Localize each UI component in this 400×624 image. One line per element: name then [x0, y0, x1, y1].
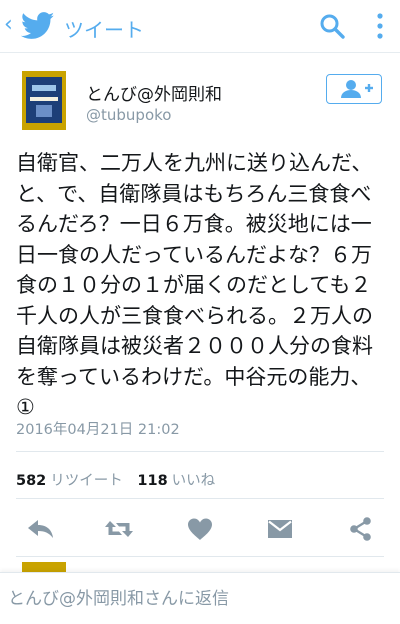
reply-input[interactable]: [8, 585, 388, 613]
follow-button[interactable]: [326, 74, 382, 104]
direct-message-icon[interactable]: [265, 516, 295, 542]
avatar[interactable]: [22, 71, 66, 130]
retweet-count[interactable]: 582: [16, 473, 46, 489]
divider: [16, 498, 384, 499]
search-icon[interactable]: [318, 12, 346, 40]
tweet-stats: 582 リツイート 118 いいね: [16, 469, 215, 490]
heart-icon[interactable]: [185, 516, 215, 542]
page-title: ツイート: [64, 18, 144, 42]
retweet-icon[interactable]: [104, 516, 134, 542]
author-name[interactable]: とんび@外岡則和: [86, 80, 222, 105]
top-bar: ‹ ツイート: [0, 0, 400, 53]
divider: [16, 451, 384, 452]
retweet-label[interactable]: リツイート: [50, 473, 123, 489]
chevron-left-icon[interactable]: ‹: [4, 12, 13, 38]
like-count[interactable]: 118: [137, 473, 167, 489]
share-icon[interactable]: [346, 516, 376, 542]
reply-bar: [0, 572, 400, 624]
tweet-text: 自衛官、二万人を九州に送り込んだ、と、で、自衛隊員はもちろん三食食べるんだろ？一…: [16, 151, 373, 419]
more-vertical-icon[interactable]: [372, 12, 388, 40]
author-handle[interactable]: @tubupoko: [86, 106, 171, 124]
next-tweet-preview: [16, 562, 384, 572]
reply-icon[interactable]: [26, 516, 56, 542]
like-label[interactable]: いいね: [172, 473, 216, 489]
avatar: [22, 562, 66, 572]
tweet-timestamp: 2016年04月21日 21:02: [16, 422, 180, 438]
add-user-icon: [341, 80, 373, 98]
twitter-bird-icon[interactable]: [20, 12, 56, 40]
divider: [16, 556, 384, 557]
